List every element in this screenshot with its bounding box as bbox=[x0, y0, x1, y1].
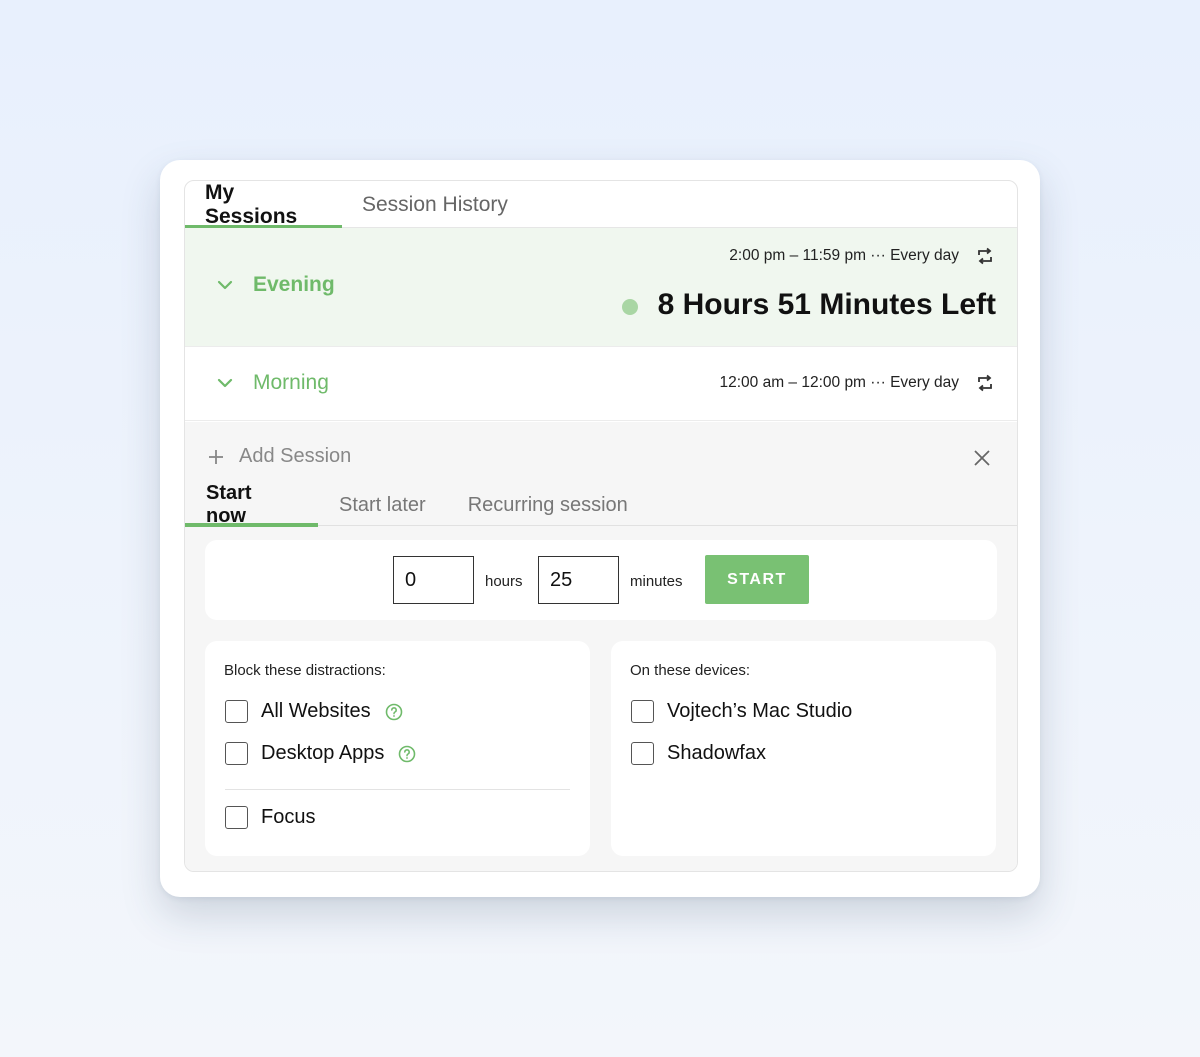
add-session-area: Add Session Start now Start later Recurr… bbox=[185, 422, 1017, 871]
distractions-box: Block these distractions: All Websites D… bbox=[205, 641, 590, 856]
session-name: Evening bbox=[253, 273, 335, 296]
session-row-morning[interactable]: Morning 12:00 am – 12:00 pm ··· Every da… bbox=[185, 347, 1017, 421]
option-label: All Websites bbox=[261, 700, 371, 722]
option-device-shadowfax[interactable]: Shadowfax bbox=[631, 742, 766, 765]
chevron-down-icon[interactable] bbox=[215, 373, 235, 393]
option-focus[interactable]: Focus bbox=[225, 806, 315, 829]
devices-title: On these devices: bbox=[630, 662, 751, 679]
start-now-box: hours minutes START bbox=[205, 540, 997, 620]
active-status-dot bbox=[622, 299, 638, 315]
session-schedule: 2:00 pm – 11:59 pm ··· Every day bbox=[729, 247, 959, 264]
tab-my-sessions[interactable]: My Sessions bbox=[185, 181, 342, 229]
checkbox[interactable] bbox=[225, 806, 248, 829]
checkbox[interactable] bbox=[631, 742, 654, 765]
option-label: Vojtech’s Mac Studio bbox=[667, 700, 853, 722]
repeat-icon bbox=[978, 374, 992, 392]
tab-recurring-session[interactable]: Recurring session bbox=[447, 484, 649, 526]
hours-input[interactable] bbox=[393, 556, 474, 604]
distractions-title: Block these distractions: bbox=[224, 662, 386, 679]
divider bbox=[225, 789, 570, 790]
minutes-input[interactable] bbox=[538, 556, 619, 604]
checkbox[interactable] bbox=[225, 700, 248, 723]
start-button[interactable]: START bbox=[705, 555, 809, 604]
option-all-websites[interactable]: All Websites bbox=[225, 700, 403, 723]
main-tabs: My Sessions Session History bbox=[185, 181, 1017, 229]
devices-box: On these devices: Vojtech’s Mac Studio S… bbox=[611, 641, 996, 856]
tab-start-later[interactable]: Start later bbox=[318, 484, 447, 526]
plus-icon bbox=[209, 449, 223, 464]
checkbox[interactable] bbox=[631, 700, 654, 723]
add-session-button[interactable]: Add Session bbox=[207, 445, 351, 468]
close-icon[interactable] bbox=[973, 449, 991, 467]
repeat-icon bbox=[978, 247, 992, 265]
option-label: Desktop Apps bbox=[261, 742, 385, 764]
help-icon[interactable] bbox=[398, 745, 416, 763]
chevron-down-icon[interactable] bbox=[215, 275, 235, 295]
option-label: Shadowfax bbox=[667, 742, 766, 764]
checkbox[interactable] bbox=[225, 742, 248, 765]
option-label: Focus bbox=[261, 806, 316, 828]
tab-start-now[interactable]: Start now bbox=[185, 482, 318, 527]
help-icon[interactable] bbox=[385, 703, 403, 721]
option-desktop-apps[interactable]: Desktop Apps bbox=[225, 742, 416, 765]
tab-session-history[interactable]: Session History bbox=[342, 181, 528, 228]
app-card: My Sessions Session History Evening 2:00… bbox=[160, 160, 1040, 897]
session-row-evening[interactable]: Evening 2:00 pm – 11:59 pm ··· Every day… bbox=[185, 228, 1017, 347]
sessions-panel: My Sessions Session History Evening 2:00… bbox=[184, 180, 1018, 872]
option-device-mac-studio[interactable]: Vojtech’s Mac Studio bbox=[631, 700, 852, 723]
add-session-label: Add Session bbox=[239, 445, 352, 467]
minutes-label: minutes bbox=[630, 573, 683, 590]
time-left: 8 Hours 51 Minutes Left bbox=[657, 288, 996, 321]
hours-label: hours bbox=[485, 573, 523, 590]
session-name: Morning bbox=[253, 371, 329, 394]
add-session-tabs: Start now Start later Recurring session bbox=[185, 482, 1017, 527]
session-schedule: 12:00 am – 12:00 pm ··· Every day bbox=[719, 374, 959, 391]
